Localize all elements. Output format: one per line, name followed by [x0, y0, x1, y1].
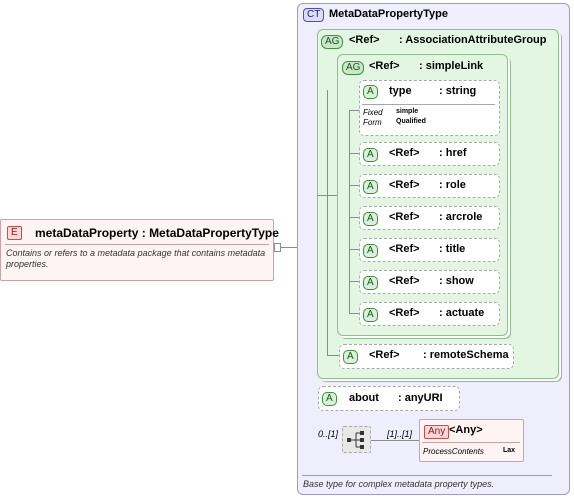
any-element-tag: Any [424, 425, 450, 439]
type-attribute-type: : string [439, 85, 477, 97]
href-attribute-box[interactable]: A <Ref> : href [359, 142, 500, 166]
role-attribute-name: : role [439, 179, 466, 191]
complex-type-name: MetaDataPropertyType [329, 8, 448, 20]
role-attribute-ref: <Ref> [389, 179, 420, 191]
simplelink-connector-to-href [349, 153, 359, 154]
simplelink-connector-trunk [349, 110, 350, 314]
type-attribute-name: type [389, 85, 412, 97]
simplelink-tag: AG [342, 61, 365, 75]
actuate-attribute-tag: A [363, 308, 378, 322]
arcrole-attribute-tag: A [363, 212, 378, 226]
show-attribute-tag: A [363, 276, 378, 290]
actuate-attribute-ref: <Ref> [389, 307, 420, 319]
element-box[interactable]: E metaDataProperty : MetaDataPropertyTyp… [0, 219, 279, 281]
role-attribute-tag: A [363, 180, 378, 194]
element-name: metaDataProperty [35, 226, 139, 240]
type-attribute-tag: A [363, 85, 378, 99]
complex-type-doc: Base type for complex metadata property … [303, 479, 495, 489]
fixed-value: simple [396, 108, 419, 115]
about-attribute-name: about [349, 392, 379, 404]
simplelink-name: : simpleLink [419, 60, 484, 72]
fixed-label: Fixed [363, 108, 383, 117]
title-attribute-box[interactable]: A <Ref> : title [359, 238, 500, 262]
about-attribute-tag: A [322, 392, 337, 406]
inner-connector-to-remoteschema [327, 355, 339, 356]
actuate-attribute-box[interactable]: A <Ref> : actuate [359, 302, 500, 326]
type-attribute-divider [362, 104, 495, 105]
arcrole-attribute-ref: <Ref> [389, 211, 420, 223]
simplelink-ref: <Ref> [369, 60, 400, 72]
show-attribute-name: : show [439, 275, 474, 287]
title-attribute-name: : title [439, 243, 466, 255]
sequence-max-label: [1]..[1] [387, 429, 413, 439]
connector-node [274, 243, 281, 252]
simplelink-connector-to-role [349, 185, 359, 186]
show-attribute-box[interactable]: A <Ref> : show [359, 270, 500, 294]
sequence-icon [347, 431, 364, 449]
element-type: MetaDataPropertyType [149, 226, 279, 240]
element-tag: E [7, 226, 22, 240]
process-contents-value: Lax [503, 447, 516, 454]
inner-connector-trunk [327, 90, 328, 355]
simplelink-connector-to-arcrole [349, 217, 359, 218]
simplelink-connector-to-type [349, 110, 359, 111]
form-value: Qualified [396, 118, 426, 125]
title-attribute-tag: A [363, 244, 378, 258]
any-element-box[interactable]: Any <Any> ProcessContents Lax [419, 419, 524, 462]
process-contents-label: ProcessContents [423, 447, 484, 456]
show-attribute-ref: <Ref> [389, 275, 420, 287]
remoteschema-attribute-ref: <Ref> [369, 349, 400, 361]
simplelink-connector-to-title [349, 249, 359, 250]
element-divider [5, 244, 269, 245]
simplelink-connector-to-actuate [349, 313, 359, 314]
element-doc: Contains or refers to a metadata package… [6, 248, 266, 269]
arcrole-attribute-name: : arcrole [439, 211, 483, 223]
inner-connector-to-simplelink [327, 195, 337, 196]
sequence-box[interactable] [342, 426, 371, 453]
remoteschema-attribute-box[interactable]: A <Ref> : remoteSchema [339, 344, 514, 369]
outer-group-tag: AG [321, 35, 344, 49]
simplelink-connector-to-show [349, 281, 359, 282]
any-element-divider [422, 442, 520, 443]
outer-group-ref: <Ref> [349, 34, 380, 46]
form-label: Form [363, 118, 382, 127]
any-element-name: <Any> [449, 424, 483, 436]
href-attribute-tag: A [363, 148, 378, 162]
inner-connector-to-group [317, 195, 327, 196]
arcrole-attribute-box[interactable]: A <Ref> : arcrole [359, 206, 500, 230]
actuate-attribute-name: : actuate [439, 307, 485, 319]
href-attribute-ref: <Ref> [389, 147, 420, 159]
remoteschema-attribute-name: : remoteSchema [423, 349, 509, 361]
about-attribute-box[interactable]: A about : anyURI [318, 386, 460, 411]
outer-group-name: : AssociationAttributeGroup [399, 34, 547, 46]
about-attribute-type: : anyURI [398, 392, 443, 404]
element-separator: : [141, 226, 146, 240]
href-attribute-name: : href [439, 147, 467, 159]
complex-type-divider [302, 475, 552, 476]
role-attribute-box[interactable]: A <Ref> : role [359, 174, 500, 198]
title-attribute-ref: <Ref> [389, 243, 420, 255]
connector-sequence-to-any [371, 440, 419, 441]
complex-type-tag: CT [303, 8, 325, 22]
sequence-min-label: 0..[1] [318, 429, 339, 439]
remoteschema-attribute-tag: A [343, 350, 358, 364]
type-attribute-box[interactable]: A type : string Fixed simple Form Qualif… [359, 80, 500, 136]
